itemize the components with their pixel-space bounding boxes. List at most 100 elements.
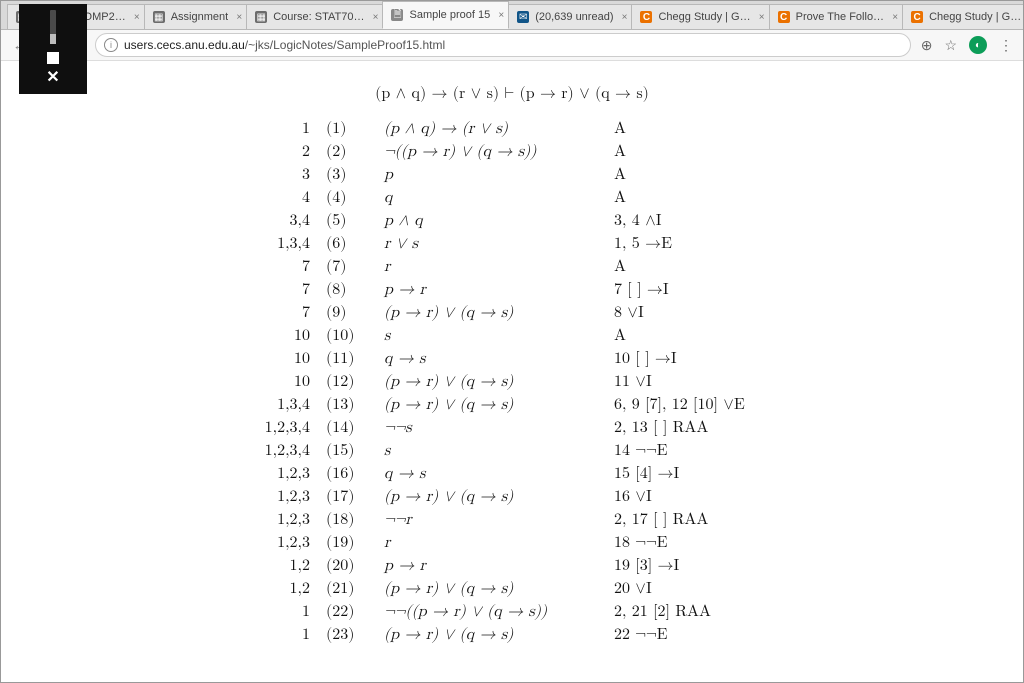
proof-row: 4(4)qA [232,187,792,210]
tab-favicon: ▦ [255,11,267,23]
proof-header: (p ∧ q) → (r ∨ s) ⊢ (p → r) ∨ (q → s) [232,85,792,104]
tab-title: Chegg Study | G… [929,11,1021,23]
proof-line-number: (6) [318,233,376,256]
tab-favicon: 🗎 [391,9,403,21]
slider-stop-icon[interactable] [47,52,59,64]
proof-justification: 16 ∨I [606,486,792,509]
bookmark-star-icon[interactable]: ☆ [944,37,957,54]
proof-justification: 11 ∨I [606,371,792,394]
tab-close-icon[interactable]: × [134,12,140,23]
tab-close-icon[interactable]: × [892,12,898,23]
tab-close-icon[interactable]: × [373,12,379,23]
tab-close-icon[interactable]: × [498,10,504,21]
proof-formula: s [376,325,606,348]
browser-tab[interactable]: CChegg Study | G…× [631,4,769,29]
proof-line-number: (8) [318,279,376,302]
browser-window: — ▭ ✕ ▦Course: COMP2…×▦Assignment×▦Cours… [0,0,1024,683]
proof-deps: 4 [232,187,318,210]
proof-deps: 10 [232,348,318,371]
volume-overlay[interactable]: ✕ [19,4,87,94]
proof-formula: r [376,532,606,555]
proof-justification: 3, 4 ∧I [606,210,792,233]
proof-justification: A [606,325,792,348]
proof-line-number: (1) [318,118,376,141]
proof-line-number: (7) [318,256,376,279]
site-info-icon[interactable]: i [104,38,118,52]
proof-formula: (p → r) ∨ (q → s) [376,486,606,509]
proof-row: 7(8)p → r7 [ ] →I [232,279,792,302]
proof-justification: 2, 21 [2] RAA [606,601,792,624]
tab-close-icon[interactable]: × [622,12,628,23]
browser-tab[interactable]: CChegg Study | G…× [902,4,1024,29]
proof-justification: 22 ¬¬E [606,624,792,647]
proof-justification: 2, 13 [ ] RAA [606,417,792,440]
proof-line-number: (22) [318,601,376,624]
browser-tab[interactable]: ▦Assignment× [144,4,247,29]
proof-line-number: (11) [318,348,376,371]
extension-icon[interactable]: ◐ [969,36,987,54]
proof-formula: q [376,187,606,210]
proof-row: 3(3)pA [232,164,792,187]
proof-row: 10(12)(p → r) ∨ (q → s)11 ∨I [232,371,792,394]
proof-deps: 7 [232,256,318,279]
proof-formula: (p → r) ∨ (q → s) [376,394,606,417]
tab-favicon: C [911,11,923,23]
proof-formula: q → s [376,463,606,486]
browser-tab[interactable]: 🗎Sample proof 15× [382,1,509,29]
proof-deps: 1,3,4 [232,233,318,256]
tab-close-icon[interactable]: × [759,12,765,23]
proof-row: 3,4(5)p ∧ q3, 4 ∧I [232,210,792,233]
proof-formula: q → s [376,348,606,371]
overlay-close-button[interactable]: ✕ [46,70,59,86]
page-content: (p ∧ q) → (r ∨ s) ⊢ (p → r) ∨ (q → s) 1(… [1,61,1023,682]
proof-line-number: (5) [318,210,376,233]
proof-row: 1,2,3(17)(p → r) ∨ (q → s)16 ∨I [232,486,792,509]
proof-justification: 15 [4] →I [606,463,792,486]
tab-title: (20,639 unread) [535,11,613,23]
slider-track[interactable] [50,10,56,44]
proof-deps: 1,2 [232,578,318,601]
proof-line-number: (3) [318,164,376,187]
tab-favicon: ▦ [153,11,165,23]
proof-formula: p → r [376,279,606,302]
proof-row: 7(7)rA [232,256,792,279]
url-host: users.cecs.anu.edu.au [124,38,245,52]
proof-formula: r ∨ s [376,233,606,256]
proof-deps: 2 [232,141,318,164]
proof-deps: 3,4 [232,210,318,233]
zoom-icon[interactable]: ⊕ [921,37,933,54]
browser-tab[interactable]: ▦Course: STAT70…× [246,4,383,29]
proof-line-number: (17) [318,486,376,509]
address-bar[interactable]: i users.cecs.anu.edu.au/~jks/LogicNotes/… [95,33,911,57]
proof-deps: 1,2 [232,555,318,578]
slider-thumb[interactable] [50,34,56,44]
proof-justification: A [606,256,792,279]
proof-deps: 7 [232,279,318,302]
proof-line-number: (4) [318,187,376,210]
proof-row: 2(2)¬((p → r) ∨ (q → s))A [232,141,792,164]
proof-formula: (p → r) ∨ (q → s) [376,371,606,394]
proof-formula: s [376,440,606,463]
tab-close-icon[interactable]: × [236,12,242,23]
proof-deps: 1,2,3 [232,509,318,532]
proof-formula: ¬((p → r) ∨ (q → s)) [376,141,606,164]
proof-line-number: (15) [318,440,376,463]
menu-button[interactable]: ⋮ [999,37,1013,54]
browser-tab[interactable]: CProve The Follo…× [769,4,903,29]
proof-row: 1(22)¬¬((p → r) ∨ (q → s))2, 21 [2] RAA [232,601,792,624]
proof-row: 1,3,4(6)r ∨ s1, 5 →E [232,233,792,256]
proof-formula: p ∧ q [376,210,606,233]
proof-justification: 6, 9 [7], 12 [10] ∨E [606,394,792,417]
proof-row: 1(23)(p → r) ∨ (q → s)22 ¬¬E [232,624,792,647]
proof-line-number: (16) [318,463,376,486]
proof-row: 1,2(21)(p → r) ∨ (q → s)20 ∨I [232,578,792,601]
tab-title: Chegg Study | G… [658,11,750,23]
proof-row: 10(11)q → s10 [ ] →I [232,348,792,371]
proof-table: 1(1)(p ∧ q) → (r ∨ s)A2(2)¬((p → r) ∨ (q… [232,118,792,647]
proof-deps: 10 [232,325,318,348]
proof-justification: A [606,118,792,141]
proof-deps: 1,2,3,4 [232,417,318,440]
browser-tab[interactable]: ✉(20,639 unread)× [508,4,632,29]
proof-formula: p → r [376,555,606,578]
proof-justification: 8 ∨I [606,302,792,325]
